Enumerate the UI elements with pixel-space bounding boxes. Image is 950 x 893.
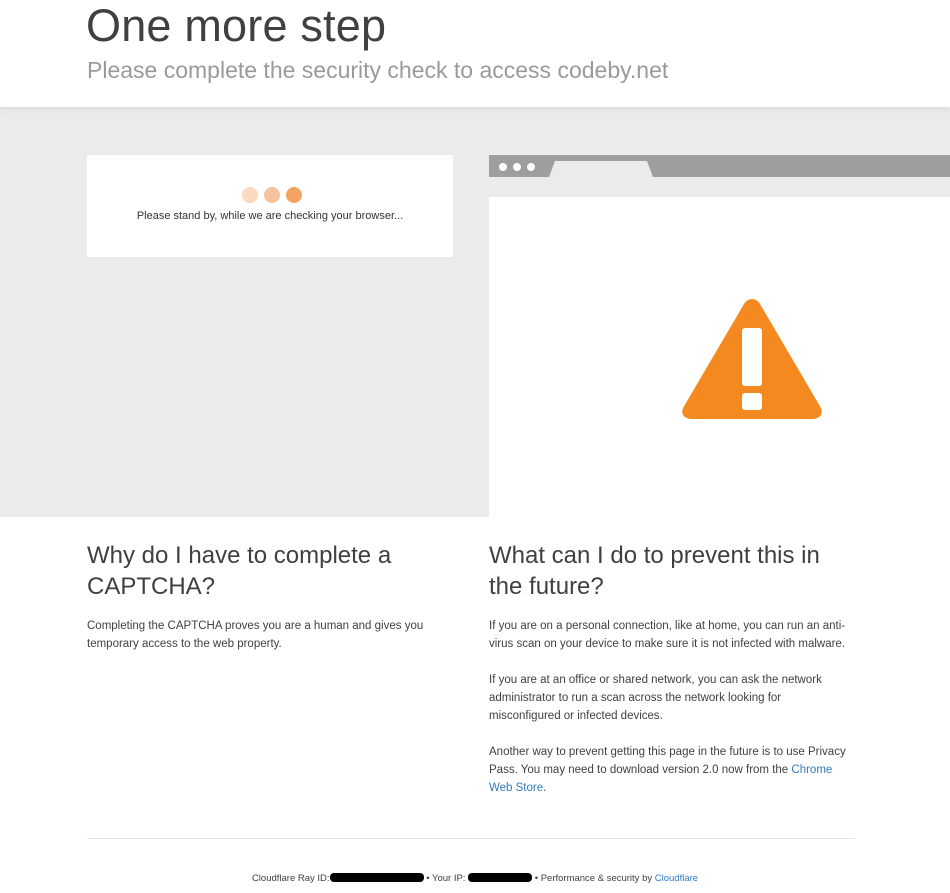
footer-separator: •	[426, 873, 430, 884]
browser-tab-icon	[549, 161, 653, 177]
loading-dot	[264, 187, 280, 203]
browser-check-message: Please stand by, while we are checking y…	[136, 210, 404, 222]
browser-titlebar	[489, 155, 950, 177]
prevent-paragraph-1: If you are on a personal connection, lik…	[489, 620, 846, 650]
footer-divider	[87, 838, 855, 839]
footer-separator: •	[534, 873, 539, 884]
warning-triangle-icon	[682, 299, 822, 419]
why-captcha-section: Why do I have to complete a CAPTCHA? Com…	[87, 540, 447, 671]
prevent-section: What can I do to prevent this in the fut…	[489, 540, 849, 815]
ip-label: Your IP:	[432, 873, 466, 884]
prevent-paragraph-2: If you are at an office or shared networ…	[489, 674, 822, 722]
window-dot-icon	[527, 163, 535, 171]
browser-illustration	[489, 155, 950, 517]
why-body: Completing the CAPTCHA proves you are a …	[87, 620, 424, 650]
page-subtitle: Please complete the security check to ac…	[87, 57, 669, 83]
prevent-paragraph-3: Another way to prevent getting this page…	[489, 743, 849, 797]
redacted-ip	[468, 873, 533, 882]
loading-dots-icon	[242, 187, 302, 203]
loading-dot	[242, 187, 258, 203]
page-title: One more step	[86, 0, 387, 51]
window-dot-icon	[513, 163, 521, 171]
browser-toolbar	[489, 177, 950, 197]
footer: Cloudflare Ray ID: • Your IP: • Performa…	[0, 873, 950, 884]
loading-dot	[286, 187, 302, 203]
why-heading: Why do I have to complete a CAPTCHA?	[87, 542, 392, 600]
cloudflare-link[interactable]: Cloudflare	[655, 873, 698, 884]
performance-label: Performance & security by	[540, 873, 653, 884]
browser-check-panel: Please stand by, while we are checking y…	[87, 155, 453, 257]
ray-id-label: Cloudflare Ray ID:	[251, 873, 330, 884]
page-header: One more step Please complete the securi…	[0, 0, 950, 107]
window-dot-icon	[499, 163, 507, 171]
period: .	[543, 782, 547, 794]
prevent-heading: What can I do to prevent this in the fut…	[489, 542, 820, 600]
redacted-ray-id	[329, 873, 424, 882]
